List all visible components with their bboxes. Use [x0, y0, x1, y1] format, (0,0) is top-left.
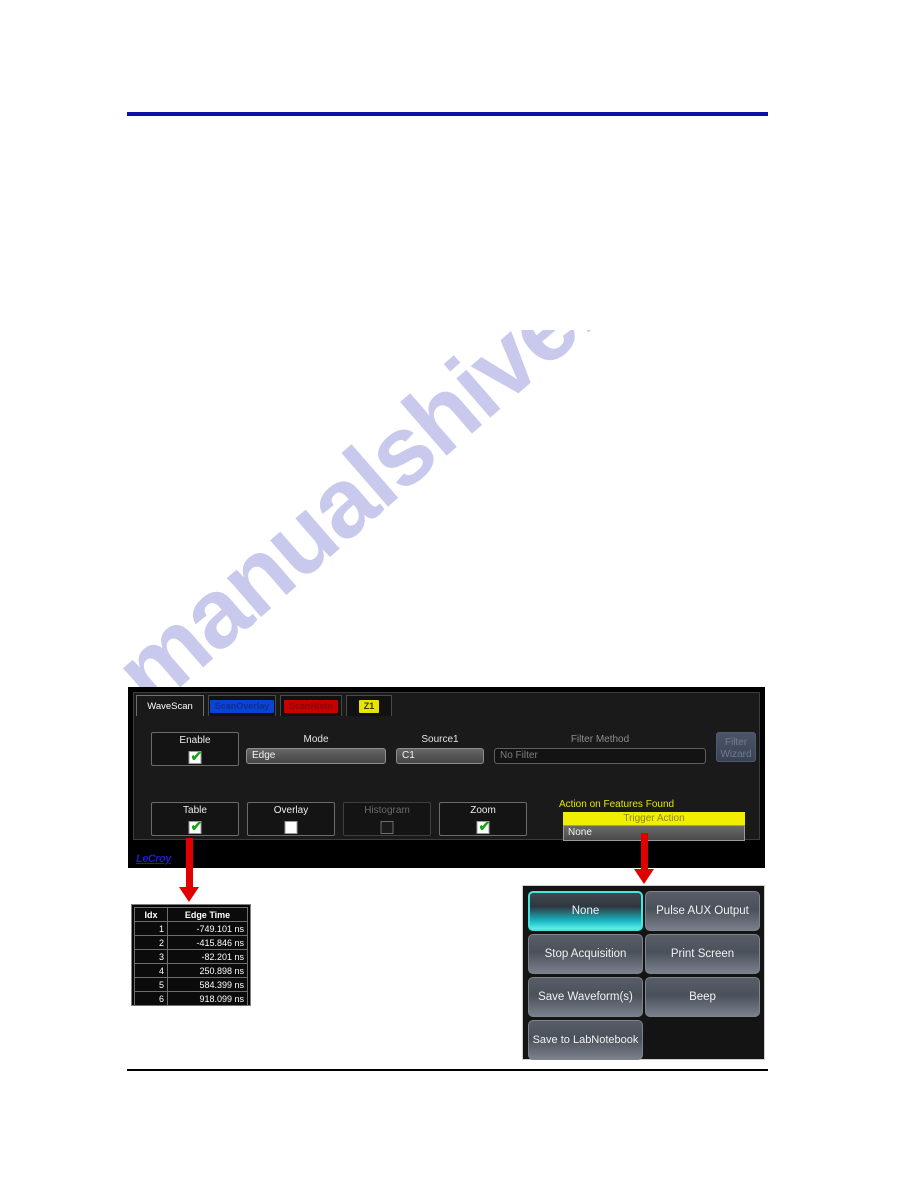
mode-label: Mode: [303, 734, 329, 745]
trigger-action-panel: None Pulse AUX Output Stop Acquisition P…: [522, 885, 765, 1060]
tab-wavescan-label: WaveScan: [147, 701, 193, 712]
cell-edge-time: 584.399 ns: [167, 977, 248, 992]
arrow-to-table-shaft: [186, 838, 193, 888]
enable-check-tick: ✔: [190, 748, 203, 764]
table-row[interactable]: 4 250.898 ns: [134, 963, 248, 978]
cell-edge-time: -749.101 ns: [167, 921, 248, 936]
tab-z1-label: Z1: [358, 700, 380, 713]
arrow-to-table-head: [179, 887, 199, 902]
overlay-label: Overlay: [273, 805, 309, 816]
table-check-tick: ✔: [190, 818, 203, 834]
action-button-pulse-aux-output[interactable]: Pulse AUX Output: [645, 891, 760, 931]
col-header-edge-time: Edge Time: [167, 907, 248, 922]
enable-group[interactable]: Enable ✔: [151, 732, 239, 766]
enable-checkbox[interactable]: ✔: [188, 748, 203, 764]
tab-wavescan[interactable]: WaveScan: [136, 695, 204, 716]
table-checkbox[interactable]: ✔: [188, 818, 203, 834]
table-row[interactable]: 5 584.399 ns: [134, 977, 248, 992]
cell-idx: 2: [134, 935, 168, 950]
table-row[interactable]: 3 -82.201 ns: [134, 949, 248, 964]
table-row[interactable]: 2 -415.846 ns: [134, 935, 248, 950]
zoom-group[interactable]: Zoom ✔: [439, 802, 527, 836]
histogram-group: Histogram: [343, 802, 431, 836]
filter-wizard-line1: Filter: [724, 737, 748, 748]
page-footer-rule: [127, 1069, 768, 1071]
filter-wizard-line2: Wizard: [720, 749, 752, 760]
source1-label: Source1: [421, 734, 459, 745]
lecroy-logo[interactable]: LeCroy: [136, 853, 171, 865]
source1-field[interactable]: C1: [396, 748, 484, 764]
dialog-tabstrip: WaveScan ScanOverlay ScanHisto Z1: [134, 693, 759, 717]
action-button-print-screen[interactable]: Print Screen: [645, 934, 760, 974]
action-on-features-label: Action on Features Found: [559, 799, 675, 810]
arrow-to-action-panel-shaft: [641, 833, 648, 870]
edge-time-table-grid: Idx Edge Time 1 -749.101 ns 2 -415.846 n…: [134, 907, 248, 1006]
overlay-group[interactable]: Overlay: [247, 802, 335, 836]
action-button-save-to-labnotebook[interactable]: Save to LabNotebook: [528, 1020, 643, 1060]
col-header-idx: Idx: [134, 907, 168, 922]
tab-scanhisto[interactable]: ScanHisto: [280, 695, 342, 716]
cell-idx: 1: [134, 921, 168, 936]
cell-idx: 3: [134, 949, 168, 964]
tab-scanoverlay-label: ScanOverlay: [209, 700, 275, 713]
tab-scanoverlay[interactable]: ScanOverlay: [208, 695, 276, 716]
table-group[interactable]: Table ✔: [151, 802, 239, 836]
table-row[interactable]: 1 -749.101 ns: [134, 921, 248, 936]
filter-method-label: Filter Method: [570, 734, 630, 745]
enable-label: Enable: [179, 735, 211, 746]
trigger-action-header: Trigger Action: [563, 812, 745, 825]
cell-edge-time: -415.846 ns: [167, 935, 248, 950]
action-button-stop-acquisition[interactable]: Stop Acquisition: [528, 934, 643, 974]
zoom-checkbox[interactable]: ✔: [476, 818, 491, 834]
cell-edge-time: 250.898 ns: [167, 963, 248, 978]
action-button-none[interactable]: None: [528, 891, 643, 931]
table-header-row: Idx Edge Time: [134, 907, 248, 922]
overlay-checkbox[interactable]: [284, 821, 298, 834]
mode-field[interactable]: Edge: [246, 748, 386, 764]
zoom-label: Zoom: [470, 805, 496, 816]
arrow-to-action-panel-head: [634, 869, 654, 884]
page-header-rule: [127, 112, 768, 116]
tab-z1[interactable]: Z1: [346, 695, 392, 716]
trigger-action-value[interactable]: None: [563, 825, 745, 841]
histogram-label: Histogram: [364, 805, 410, 816]
histogram-checkbox: [380, 821, 394, 834]
filter-wizard-button[interactable]: Filter Wizard: [716, 732, 756, 762]
wavescan-dialog-body: WaveScan ScanOverlay ScanHisto Z1 Enable…: [133, 692, 760, 841]
cell-edge-time: 918.099 ns: [167, 991, 248, 1006]
cell-idx: 6: [134, 991, 168, 1006]
tab-scanhisto-label: ScanHisto: [283, 700, 338, 713]
cell-edge-time: -82.201 ns: [167, 949, 248, 964]
cell-idx: 4: [134, 963, 168, 978]
wavescan-dialog: WaveScan ScanOverlay ScanHisto Z1 Enable…: [128, 687, 765, 868]
zoom-check-tick: ✔: [478, 818, 491, 834]
action-button-save-waveforms[interactable]: Save Waveform(s): [528, 977, 643, 1017]
cell-idx: 5: [134, 977, 168, 992]
table-row[interactable]: 6 918.099 ns: [134, 991, 248, 1006]
filter-method-field[interactable]: No Filter: [494, 748, 706, 764]
edge-time-table: Idx Edge Time 1 -749.101 ns 2 -415.846 n…: [131, 904, 251, 1006]
action-button-beep[interactable]: Beep: [645, 977, 760, 1017]
watermark-text: manualshive.com: [120, 330, 764, 728]
table-label: Table: [183, 805, 207, 816]
